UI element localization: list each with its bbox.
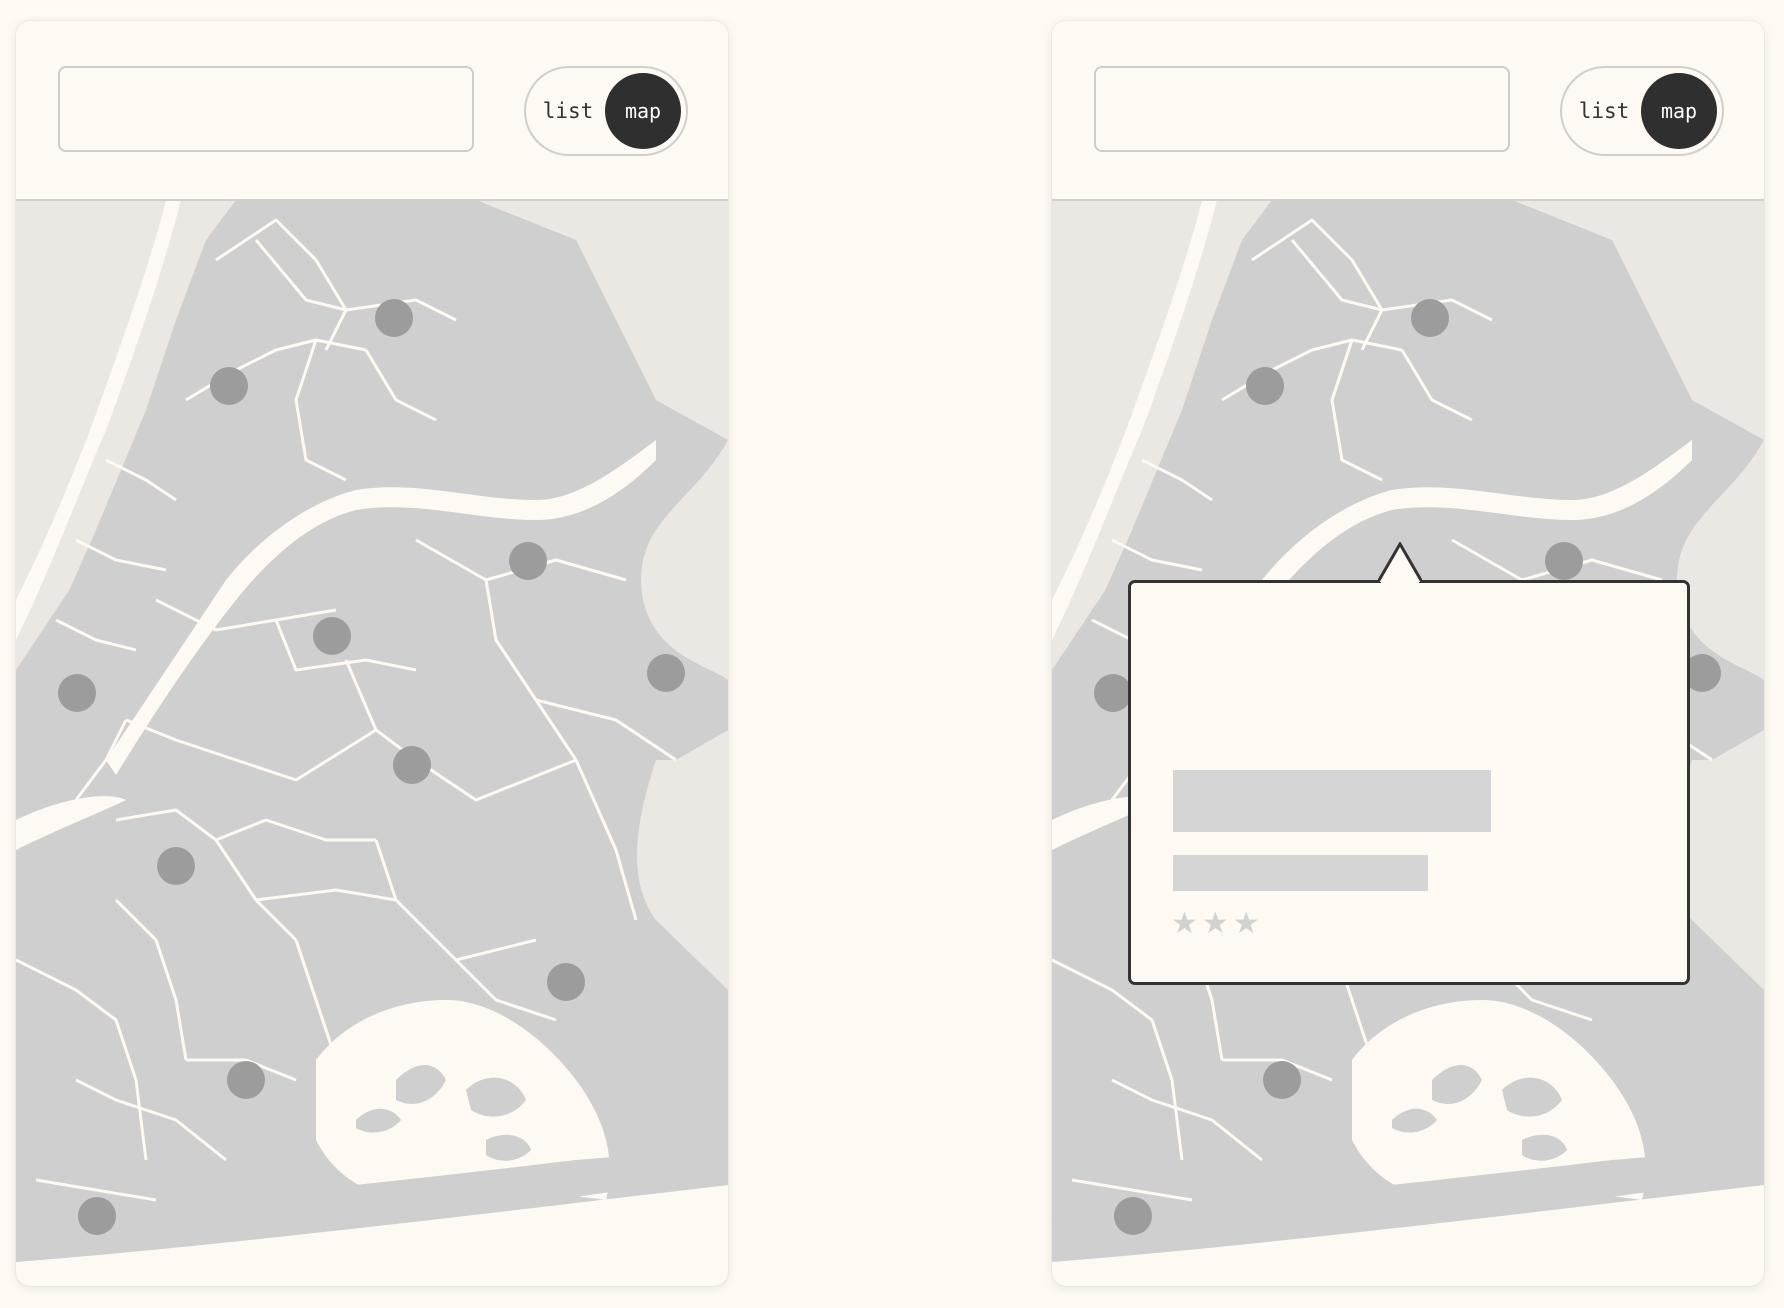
map-pin[interactable] — [1246, 367, 1284, 405]
top-bar: list map — [16, 21, 728, 201]
map-pin[interactable] — [1263, 1061, 1301, 1099]
phone-screen-map-with-popup: list map ★★★ — [1052, 21, 1764, 1286]
search-input[interactable] — [1094, 66, 1510, 152]
list-view-option[interactable]: list — [532, 68, 604, 154]
popup-subtitle-placeholder — [1173, 855, 1428, 891]
map-pin[interactable] — [210, 367, 248, 405]
map-pin[interactable] — [647, 654, 685, 692]
star-rating: ★★★ — [1171, 906, 1264, 941]
map-pin[interactable] — [313, 617, 351, 655]
map-pin[interactable] — [78, 1197, 116, 1235]
map-pin[interactable] — [547, 963, 585, 1001]
map-pin[interactable] — [1545, 542, 1583, 580]
list-view-option[interactable]: list — [1568, 68, 1640, 154]
map-pin[interactable] — [157, 847, 195, 885]
map-view-option[interactable]: map — [1641, 73, 1717, 149]
phone-screen-map: list map — [16, 21, 728, 1286]
map-view-option[interactable]: map — [605, 73, 681, 149]
map[interactable] — [16, 200, 728, 1286]
map-pin[interactable] — [1114, 1197, 1152, 1235]
map-pin[interactable] — [393, 746, 431, 784]
map-pin[interactable] — [509, 542, 547, 580]
map-pin[interactable] — [375, 299, 413, 337]
map-pin[interactable] — [1411, 299, 1449, 337]
view-toggle[interactable]: list map — [1560, 66, 1724, 156]
place-popup-card[interactable]: ★★★ — [1128, 580, 1690, 985]
top-bar: list map — [1052, 21, 1764, 201]
map-pin[interactable] — [58, 674, 96, 712]
popup-title-placeholder — [1173, 770, 1491, 832]
map-pin[interactable] — [227, 1061, 265, 1099]
view-toggle[interactable]: list map — [524, 66, 688, 156]
map-pin[interactable] — [1094, 674, 1132, 712]
popup-pointer — [1378, 542, 1422, 584]
search-input[interactable] — [58, 66, 474, 152]
